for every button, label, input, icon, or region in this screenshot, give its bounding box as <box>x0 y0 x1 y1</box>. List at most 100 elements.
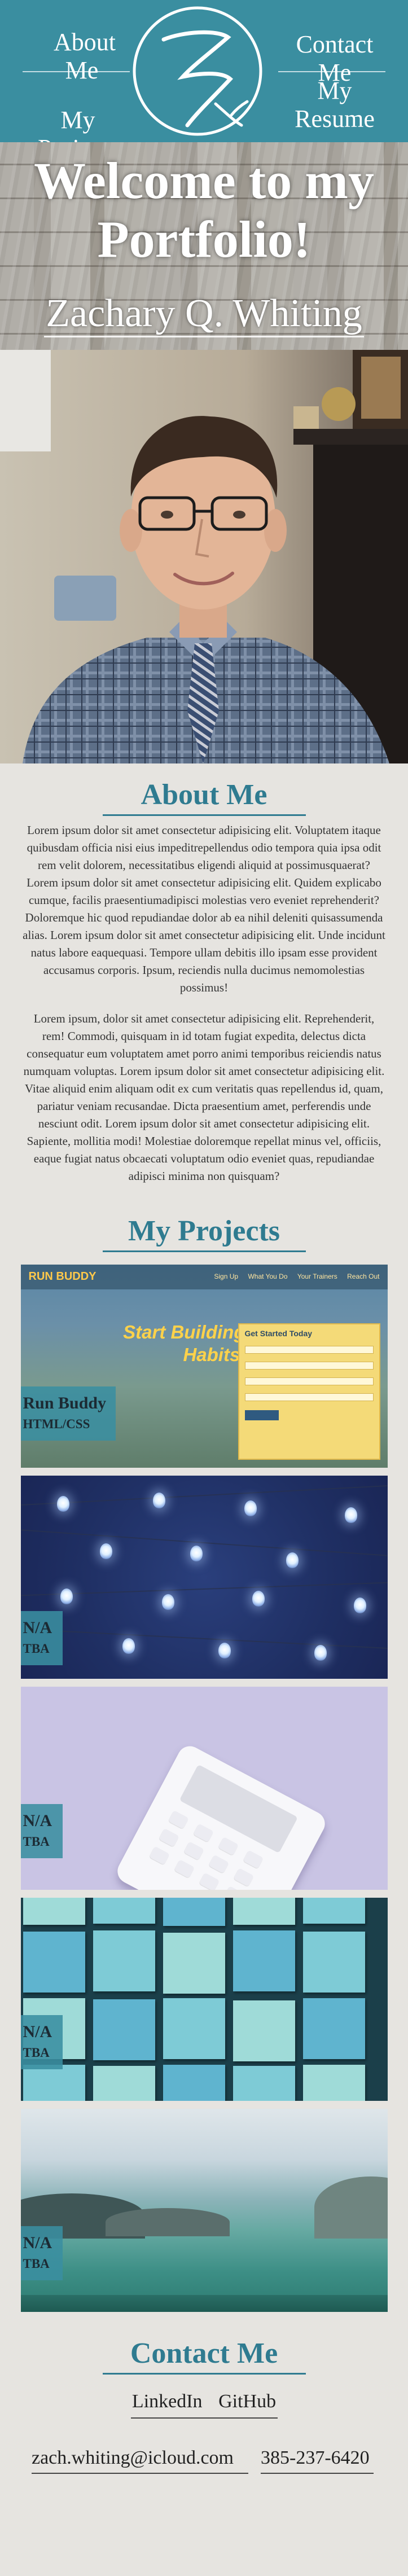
sticky-note <box>93 1930 155 1991</box>
light-bulb <box>353 1598 366 1613</box>
hero-banner: Welcome to my Portfolio! Zachary Q. Whit… <box>0 142 408 350</box>
sticky-note <box>302 1932 365 1993</box>
calculator-key <box>198 1872 220 1890</box>
about-paragraph: Lorem ipsum, dolor sit amet consectetur … <box>23 1012 385 1183</box>
sticky-note <box>302 1898 365 1924</box>
calculator-screen <box>179 1764 298 1854</box>
project-label: N/A TBA <box>20 2015 63 2069</box>
hero-title: Welcome to my Portfolio! <box>34 152 374 268</box>
project-tech: TBA <box>23 1835 50 1849</box>
project-screenshot-form-field <box>244 1377 374 1385</box>
sticky-note <box>93 1999 155 2060</box>
sticky-note <box>163 2065 225 2101</box>
project-card[interactable]: N/A TBA <box>20 1687 388 1890</box>
contact-section: Contact Me LinkedIn GitHub zach.whiting@… <box>0 2320 408 2476</box>
project-screenshot-form-field <box>244 1346 374 1354</box>
linkedin-link[interactable]: LinkedIn <box>132 2390 203 2413</box>
sticky-note <box>232 2000 295 2061</box>
about-paragraph: Lorem ipsum dolor sit amet consectetur a… <box>23 823 385 994</box>
project-card[interactable]: RUN BUDDY Sign Up What You Do Your Train… <box>20 1265 388 1468</box>
light-bulb <box>122 1638 135 1654</box>
sticky-note <box>163 1998 225 2059</box>
project-name: N/A <box>23 1811 52 1830</box>
contact-title: Contact Me <box>130 2337 278 2369</box>
github-link[interactable]: GitHub <box>218 2390 276 2413</box>
calculator-key <box>158 1828 179 1847</box>
sticky-note <box>93 1898 155 1924</box>
light-bulb <box>314 1645 327 1661</box>
nav-link-word: Resume <box>295 105 375 133</box>
project-tech: TBA <box>23 2257 50 2271</box>
about-title-underline <box>102 814 306 816</box>
calculator-key <box>183 1841 204 1860</box>
nav-link-word: About <box>54 28 116 56</box>
project-name: N/A <box>23 2022 52 2041</box>
calculator-key <box>173 1859 195 1879</box>
light-bulb <box>60 1588 73 1604</box>
nav-link-word: My <box>317 77 352 104</box>
light-bulb <box>56 1496 69 1512</box>
hero-name: Zachary Q. Whiting <box>46 292 362 335</box>
project-name: N/A <box>23 2233 52 2252</box>
email-link[interactable]: zach.whiting@icloud.com <box>32 2447 234 2469</box>
decor-hill <box>105 2208 230 2236</box>
project-label: N/A TBA <box>20 1611 63 1665</box>
phone-underline <box>261 2473 374 2474</box>
social-links: LinkedIn GitHub <box>0 2390 408 2413</box>
project-screenshot-form: Get Started Today <box>238 1323 380 1460</box>
sticky-note <box>232 1898 295 1925</box>
nav-resume-link[interactable]: My Resume <box>284 77 385 133</box>
sticky-note <box>232 2066 295 2101</box>
light-bulb <box>286 1552 299 1568</box>
sticky-note <box>23 1932 85 1993</box>
light-bulb <box>244 1500 257 1516</box>
light-bulb <box>344 1507 357 1523</box>
project-screenshot-form-button <box>244 1410 279 1420</box>
about-section: About Me Lorem ipsum dolor sit amet cons… <box>0 763 408 1185</box>
sticky-note <box>23 2065 85 2101</box>
decor-wire <box>21 1529 387 1556</box>
project-screenshot-nav-link: Reach Out <box>347 1272 380 1280</box>
light-bulb <box>99 1543 112 1559</box>
project-screenshot-logo: RUN BUDDY <box>28 1270 96 1283</box>
project-tech: TBA <box>23 2046 50 2060</box>
projects-title-underline <box>102 1250 306 1252</box>
nav-divider <box>23 71 130 72</box>
sticky-note <box>163 1933 225 1994</box>
zw-logo[interactable] <box>131 5 264 138</box>
email-underline <box>32 2473 248 2474</box>
project-label: N/A TBA <box>20 1804 63 1858</box>
project-tech: HTML/CSS <box>23 1417 90 1431</box>
project-screenshot-nav: Sign Up What You Do Your Trainers Reach … <box>206 1272 379 1280</box>
projects-title: My Projects <box>128 1215 280 1247</box>
light-bulb <box>218 1643 231 1658</box>
nav-divider <box>278 71 385 72</box>
project-label: N/A TBA <box>20 2226 63 2280</box>
project-card[interactable]: N/A TBA <box>20 1898 388 2101</box>
project-screenshot-nav-link: Sign Up <box>214 1272 239 1280</box>
sticky-note <box>93 2066 155 2101</box>
phone-link[interactable]: 385-237-6420 <box>261 2447 370 2469</box>
site-header: AboutMe MyProjects ContactMe MyResume <box>0 0 408 162</box>
project-tech: TBA <box>23 1642 50 1656</box>
hero-name-underline <box>44 336 364 337</box>
profile-photo <box>0 350 408 763</box>
about-title: About Me <box>141 779 267 811</box>
decor-wire <box>20 1582 388 1596</box>
project-screenshot-form-field <box>244 1362 374 1370</box>
project-name: Run Buddy <box>23 1394 107 1412</box>
project-card[interactable]: N/A TBA <box>20 1476 388 1679</box>
sticky-note <box>302 2065 365 2101</box>
light-bulb <box>161 1594 174 1610</box>
nav-contact-link[interactable]: Contact Me <box>284 14 385 87</box>
calculator-key <box>242 1850 264 1869</box>
sticky-note <box>232 1930 295 1991</box>
social-links-underline <box>130 2417 278 2419</box>
contact-title-underline <box>102 2373 306 2375</box>
calculator-key <box>148 1846 170 1866</box>
project-list: RUN BUDDY Sign Up What You Do Your Train… <box>0 1265 408 2312</box>
nav-about-link[interactable]: About Me <box>31 14 133 85</box>
project-screenshot-nav-link: What You Do <box>248 1272 288 1280</box>
project-card[interactable]: N/A TBA <box>20 2109 388 2312</box>
sticky-note <box>163 1898 225 1926</box>
